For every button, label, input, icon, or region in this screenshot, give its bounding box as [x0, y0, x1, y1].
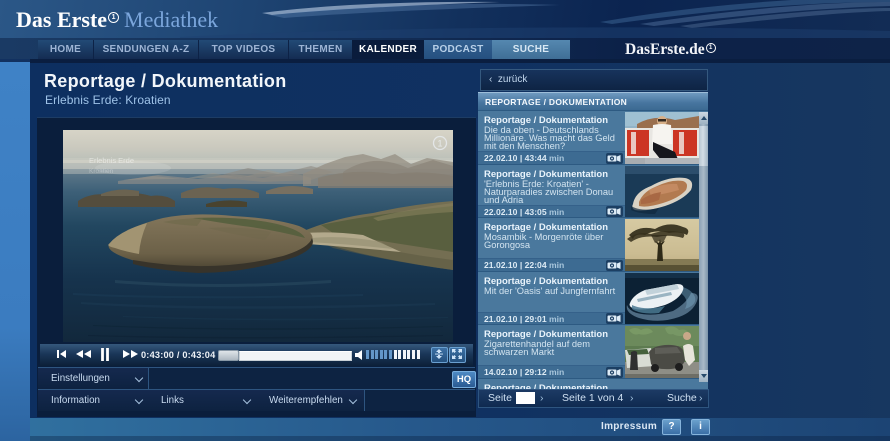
svg-text:1: 1 [437, 139, 442, 149]
svg-text:Kroatien: Kroatien [89, 168, 114, 175]
